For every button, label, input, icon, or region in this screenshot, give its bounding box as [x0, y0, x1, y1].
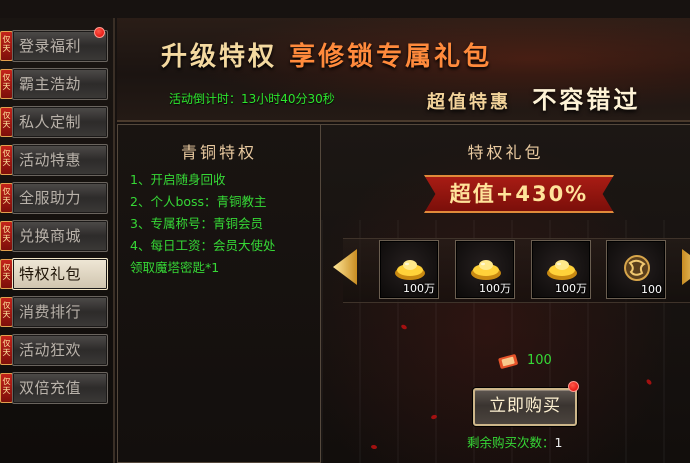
- event-window: 仅天 登录福利 仅天 霸主浩劫 仅天 私人定制 仅天 活动特惠 仅天 全服助力 …: [0, 0, 690, 463]
- sidebar-item-login-welfare[interactable]: 仅天 登录福利: [0, 27, 110, 62]
- gift-package-panel: 特权礼包 超值+430% 100万 100万 100万 100 100 立即购买…: [321, 124, 690, 463]
- reward-count: 100万: [403, 282, 435, 295]
- reward-count: 100万: [555, 282, 587, 295]
- reward-slot[interactable]: 100万: [379, 240, 439, 299]
- reward-count: 100: [641, 283, 662, 296]
- privilege-item: 领取魔塔密匙*1: [130, 260, 220, 275]
- sidebar-item-server-boost[interactable]: 仅天 全服助力: [0, 180, 110, 214]
- buy-now-button[interactable]: 立即购买: [473, 388, 577, 426]
- privilege-panel: 青铜特权 1、开启随身回收 2、个人boss：青铜教主 3、专属称号：青铜会员 …: [117, 124, 321, 463]
- reward-slot[interactable]: 100万: [531, 240, 591, 299]
- sidebar-item-label: 消费排行: [12, 296, 108, 328]
- remaining-label: 剩余购买次数：: [467, 435, 555, 450]
- countdown-timer: 活动倒计时：13小时40分30秒: [169, 92, 335, 106]
- sidebar-item-exchange-shop[interactable]: 仅天 兑换商城: [0, 218, 110, 252]
- arrow-right-icon[interactable]: [682, 249, 690, 285]
- sidebar-item-label: 私人定制: [12, 106, 108, 138]
- privilege-title: 青铜特权: [180, 143, 257, 162]
- reward-slot[interactable]: 100万: [455, 240, 515, 299]
- rune-medallion-icon: [624, 255, 650, 281]
- banner-title-highlight: 享修锁专属礼包: [289, 42, 493, 72]
- remaining-value: 1: [554, 435, 563, 450]
- banner-slogan: 超值特惠 不容错过: [427, 80, 640, 115]
- gold-ingot-icon: [395, 260, 425, 280]
- banner-title-prefix: 升级特权: [161, 42, 278, 72]
- gift-title: 特权礼包: [467, 143, 544, 162]
- sidebar-item-label: 特权礼包: [12, 258, 108, 290]
- event-banner: 升级特权 享修锁专属礼包 活动倒计时：13小时40分30秒 超值特惠 不容错过: [117, 18, 690, 122]
- slogan-small: 超值特惠: [427, 92, 511, 113]
- slogan-big: 不容错过: [532, 85, 641, 114]
- privilege-item: 4、每日工资：会员大使处: [130, 238, 276, 253]
- banner-title: 升级特权 享修锁专属礼包: [161, 36, 492, 73]
- sidebar-item-label: 活动狂欢: [12, 334, 108, 366]
- sidebar-item-event-deals[interactable]: 仅天 活动特惠: [0, 142, 110, 176]
- reward-count: 100万: [479, 282, 511, 295]
- notification-dot: [94, 27, 105, 38]
- sidebar-item-event-carnival[interactable]: 仅天 活动狂欢: [0, 332, 110, 366]
- privilege-list: 1、开启随身回收 2、个人boss：青铜教主 3、专属称号：青铜会员 4、每日工…: [130, 169, 275, 279]
- privilege-item: 2、个人boss：青铜教主: [130, 194, 267, 209]
- gold-ingot-icon: [547, 260, 577, 280]
- privilege-item: 3、专属称号：青铜会员: [130, 216, 263, 231]
- sidebar-item-double-recharge[interactable]: 仅天 双倍充值: [0, 370, 110, 404]
- remaining-purchases: 剩余购买次数：1: [467, 432, 562, 451]
- sidebar-item-label: 兑换商城: [12, 220, 108, 252]
- notification-dot: [568, 381, 579, 392]
- value-ribbon: 超值+430%: [424, 175, 614, 213]
- sidebar-item-private-custom[interactable]: 仅天 私人定制: [0, 104, 110, 138]
- sidebar-item-label: 双倍充值: [12, 372, 108, 404]
- gold-ingot-icon: [471, 260, 501, 280]
- sidebar-item-spending-rank[interactable]: 仅天 消费排行: [0, 294, 110, 328]
- sidebar: 仅天 登录福利 仅天 霸主浩劫 仅天 私人定制 仅天 活动特惠 仅天 全服助力 …: [0, 18, 115, 463]
- sidebar-item-label: 活动特惠: [12, 144, 108, 176]
- currency-ticket-icon: [498, 354, 518, 369]
- sidebar-item-overlord-calamity[interactable]: 仅天 霸主浩劫: [0, 66, 110, 100]
- sidebar-item-privilege-gift[interactable]: 仅天 特权礼包: [0, 256, 110, 290]
- sidebar-item-label: 霸主浩劫: [12, 68, 108, 100]
- privilege-item: 1、开启随身回收: [130, 172, 226, 187]
- price-value: 100: [527, 353, 552, 368]
- reward-slot[interactable]: 100: [606, 240, 666, 299]
- sidebar-item-label: 全服助力: [12, 182, 108, 214]
